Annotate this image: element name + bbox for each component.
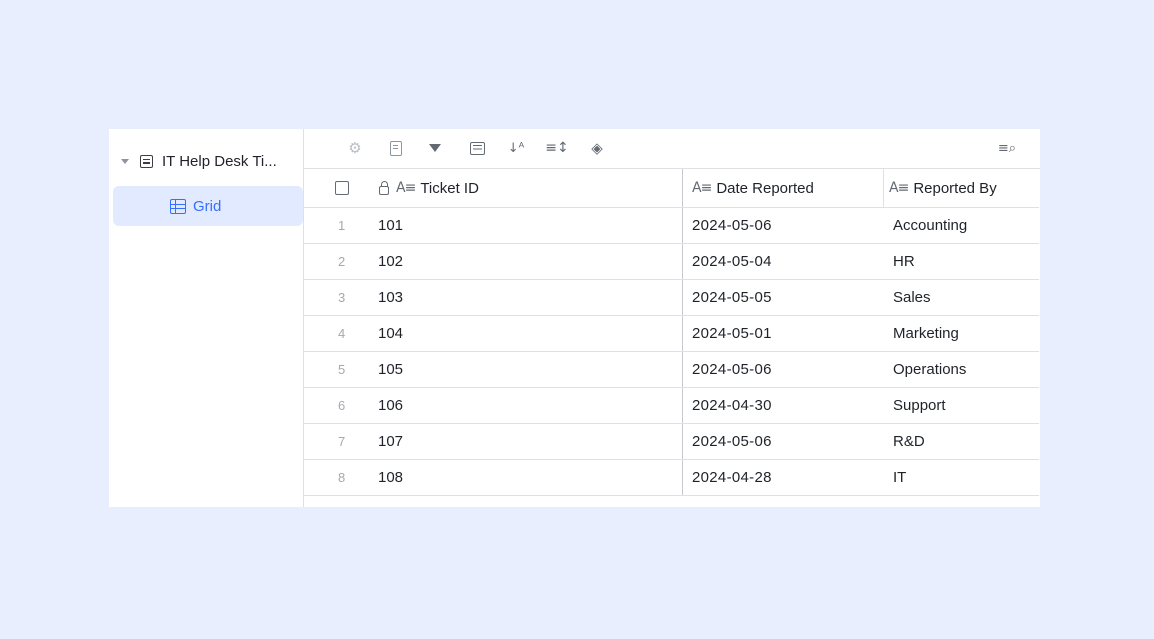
- text-field-icon: A≡: [889, 180, 909, 196]
- table-row[interactable]: 3 103 2024-05-05 Sales: [304, 280, 1039, 316]
- cell-ticket-id[interactable]: 108: [378, 469, 682, 486]
- table-header-row: A≡ Ticket ID A≡ Date Reported A≡ Reporte…: [304, 169, 1039, 208]
- search-icon[interactable]: ≡⌕: [997, 138, 1017, 158]
- cell-ticket-id[interactable]: 104: [378, 325, 682, 342]
- cell-date-reported[interactable]: 2024-05-04: [682, 244, 883, 279]
- column-header-ticket-id[interactable]: A≡ Ticket ID: [378, 180, 682, 197]
- column-header-reported-by[interactable]: A≡ Reported By: [883, 169, 1039, 207]
- data-grid: A≡ Ticket ID A≡ Date Reported A≡ Reporte…: [304, 169, 1039, 496]
- cell-reported-by[interactable]: Accounting: [883, 217, 1039, 234]
- text-field-icon: A≡: [396, 180, 416, 196]
- table-name: IT Help Desk Ti...: [162, 152, 277, 170]
- row-number: 6: [338, 398, 346, 413]
- cell-ticket-id[interactable]: 101: [378, 217, 682, 234]
- form-icon[interactable]: [386, 138, 406, 158]
- cell-ticket-id[interactable]: 107: [378, 433, 682, 450]
- sidebar: IT Help Desk Ti... Grid: [109, 129, 304, 507]
- cell-date-reported[interactable]: 2024-04-30: [682, 388, 883, 423]
- cell-date-reported[interactable]: 2024-05-06: [682, 208, 883, 243]
- sort-icon[interactable]: ↓ᴬ: [506, 138, 526, 158]
- row-number: 8: [338, 470, 346, 485]
- table-row[interactable]: 8 108 2024-04-28 IT: [304, 460, 1039, 496]
- table-row[interactable]: 2 102 2024-05-04 HR: [304, 244, 1039, 280]
- fill-color-icon[interactable]: ◈: [587, 138, 607, 158]
- select-all-checkbox[interactable]: [335, 181, 349, 195]
- row-number: 2: [338, 254, 346, 269]
- cell-reported-by[interactable]: HR: [883, 253, 1039, 270]
- cell-date-reported[interactable]: 2024-05-06: [682, 424, 883, 459]
- cell-date-reported[interactable]: 2024-05-05: [682, 280, 883, 315]
- table-row[interactable]: 5 105 2024-05-06 Operations: [304, 352, 1039, 388]
- row-number: 4: [338, 326, 346, 341]
- table-icon: [140, 154, 153, 168]
- row-number: 7: [338, 434, 346, 449]
- row-height-icon[interactable]: ≡↕: [545, 138, 568, 158]
- cell-ticket-id[interactable]: 103: [378, 289, 682, 306]
- text-field-icon: A≡: [692, 180, 712, 196]
- cell-date-reported[interactable]: 2024-04-28: [682, 460, 883, 495]
- sidebar-item-grid-view[interactable]: Grid: [113, 186, 303, 226]
- cell-ticket-id[interactable]: 106: [378, 397, 682, 414]
- main-area: ⚙ ↓ᴬ ≡↕ ◈ ≡⌕ A≡ Ticket ID A≡ Date Report…: [304, 129, 1040, 507]
- cell-date-reported[interactable]: 2024-05-01: [682, 316, 883, 351]
- view-label: Grid: [193, 197, 222, 215]
- lock-icon: [379, 180, 389, 195]
- row-number: 5: [338, 362, 346, 377]
- filter-icon[interactable]: [425, 138, 445, 158]
- table-row[interactable]: 1 101 2024-05-06 Accounting: [304, 208, 1039, 244]
- group-icon[interactable]: [467, 138, 487, 158]
- column-header-date-reported[interactable]: A≡ Date Reported: [682, 169, 883, 207]
- cell-reported-by[interactable]: R&D: [883, 433, 1039, 450]
- cell-ticket-id[interactable]: 102: [378, 253, 682, 270]
- table-row[interactable]: 6 106 2024-04-30 Support: [304, 388, 1039, 424]
- cell-reported-by[interactable]: Operations: [883, 361, 1039, 378]
- table-row[interactable]: 7 107 2024-05-06 R&D: [304, 424, 1039, 460]
- row-number: 3: [338, 290, 346, 305]
- table-tree-item[interactable]: IT Help Desk Ti...: [121, 151, 301, 171]
- grid-view-icon: [170, 198, 186, 214]
- app-window: IT Help Desk Ti... Grid ⚙ ↓ᴬ ≡↕ ◈ ≡⌕ A≡ …: [109, 129, 1040, 507]
- row-number: 1: [338, 218, 346, 233]
- toolbar: ⚙ ↓ᴬ ≡↕ ◈ ≡⌕: [304, 129, 1040, 169]
- cell-date-reported[interactable]: 2024-05-06: [682, 352, 883, 387]
- cell-reported-by[interactable]: Support: [883, 397, 1039, 414]
- caret-down-icon[interactable]: [121, 158, 129, 164]
- cell-reported-by[interactable]: Marketing: [883, 325, 1039, 342]
- settings-icon[interactable]: ⚙: [345, 138, 365, 158]
- table-row[interactable]: 4 104 2024-05-01 Marketing: [304, 316, 1039, 352]
- cell-reported-by[interactable]: IT: [883, 469, 1039, 486]
- cell-reported-by[interactable]: Sales: [883, 289, 1039, 306]
- cell-ticket-id[interactable]: 105: [378, 361, 682, 378]
